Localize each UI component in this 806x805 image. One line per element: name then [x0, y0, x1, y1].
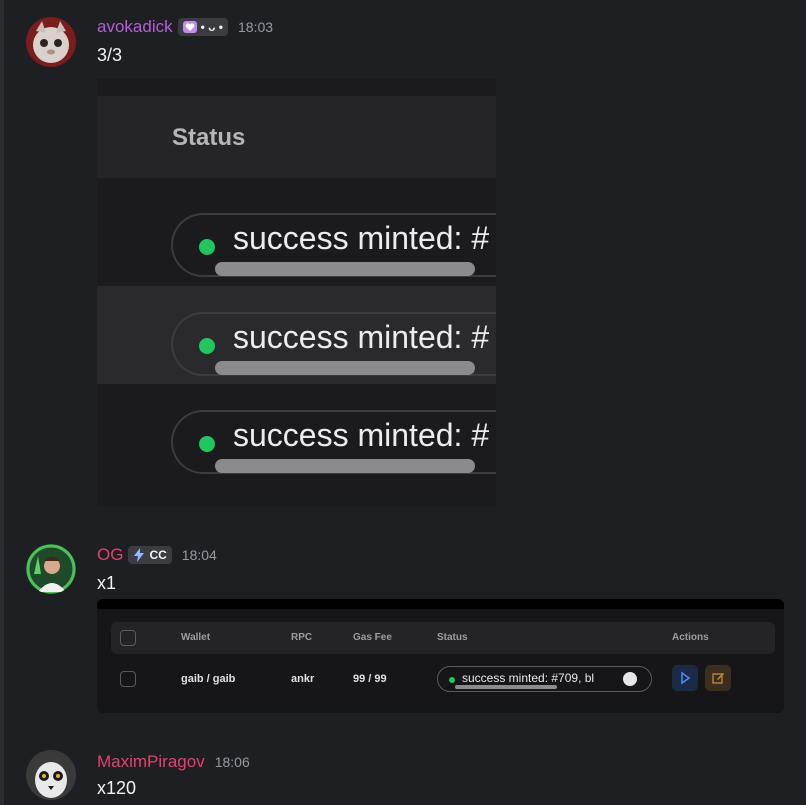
play-icon	[681, 671, 691, 685]
chain-icon	[623, 672, 637, 686]
select-all-checkbox[interactable]	[120, 630, 136, 646]
status-header-label: Status	[172, 124, 246, 151]
username[interactable]: MaximPiragov	[97, 752, 205, 772]
user-tag[interactable]: • ᴗ •	[177, 18, 229, 36]
image-row: success minted: #	[97, 384, 496, 482]
success-dot	[449, 677, 455, 683]
username[interactable]: avokadick	[97, 17, 173, 37]
message-header: OG CC 18:04	[97, 544, 217, 566]
timestamp: 18:04	[181, 547, 217, 563]
message-text: x1	[97, 573, 117, 593]
column-header: Actions	[672, 632, 709, 643]
left-divider	[0, 0, 4, 805]
avatar[interactable]	[26, 750, 76, 800]
message-header: avokadick • ᴗ • 18:03	[97, 16, 273, 38]
lightning-icon	[134, 548, 145, 562]
timestamp: 18:03	[238, 19, 274, 35]
progress-bar	[215, 459, 475, 473]
column-header: Gas Fee	[353, 632, 392, 643]
run-button[interactable]	[672, 665, 698, 691]
status-text: success minted: #709, bl	[462, 671, 595, 685]
success-dot	[199, 338, 215, 354]
message-text: x120	[97, 778, 137, 798]
attached-image[interactable]: Wallet RPC Gas Fee Status Actions gaib /…	[97, 599, 784, 713]
progress-bar	[215, 361, 475, 375]
heart-icon	[182, 21, 197, 33]
success-dot	[199, 436, 215, 452]
avatar[interactable]	[26, 544, 76, 594]
edit-icon	[712, 673, 724, 684]
user-tag-text: CC	[149, 548, 167, 562]
username[interactable]: OG	[97, 545, 123, 565]
progress-bar	[215, 262, 475, 276]
row-checkbox[interactable]	[120, 671, 136, 687]
message-header: MaximPiragov 18:06	[97, 751, 250, 773]
status-text: success minted: #	[233, 220, 490, 256]
gas-fee-cell: 99 / 99	[353, 673, 387, 685]
progress-bar	[455, 685, 557, 689]
success-dot	[199, 239, 215, 255]
wallet-cell: gaib / gaib	[181, 673, 236, 685]
column-header: Status	[437, 632, 468, 643]
image-row: success minted: #	[97, 187, 496, 285]
message-text: 3/3	[97, 45, 123, 65]
table-header: Wallet RPC Gas Fee Status Actions	[111, 622, 775, 654]
attached-image[interactable]: Status success minted: # success minted:…	[97, 79, 496, 507]
status-pill: success minted: #709, bl	[437, 666, 652, 692]
avatar[interactable]	[26, 17, 76, 67]
timestamp: 18:06	[214, 754, 250, 770]
status-text: success minted: #	[233, 319, 490, 355]
edit-button[interactable]	[705, 665, 731, 691]
user-tag-text: • ᴗ •	[200, 20, 224, 34]
status-text: success minted: #	[233, 417, 490, 453]
image-status-header: Status	[97, 96, 496, 178]
image-row: success minted: #	[97, 286, 496, 384]
column-header: Wallet	[181, 632, 211, 643]
image-top-edge	[97, 599, 784, 609]
column-header: RPC	[291, 632, 313, 643]
user-tag[interactable]: CC	[128, 546, 172, 564]
rpc-cell: ankr	[291, 673, 315, 685]
